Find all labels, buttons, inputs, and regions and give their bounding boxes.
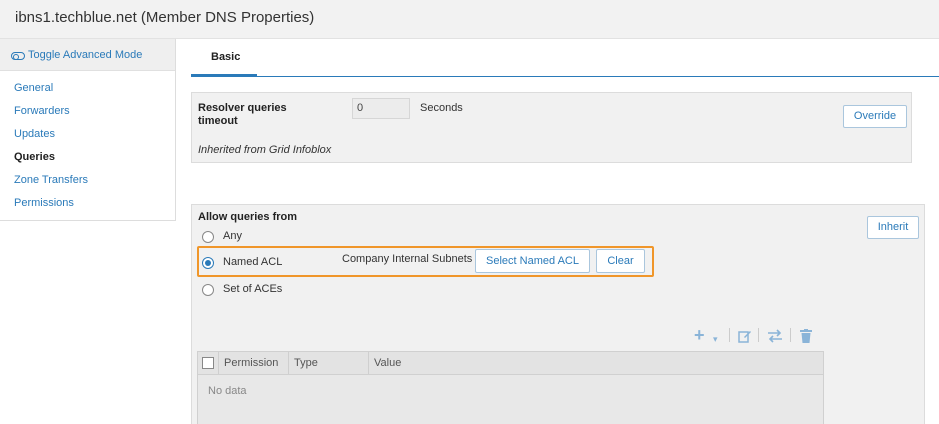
tab-basic-label: Basic	[211, 51, 241, 63]
radio-named-acl-label: Named ACL	[223, 256, 283, 268]
toolbar-separator	[729, 328, 730, 342]
select-all-checkbox[interactable]	[202, 357, 214, 369]
allow-queries-heading: Allow queries from	[198, 211, 298, 223]
select-named-acl-button[interactable]: Select Named ACL	[475, 249, 590, 273]
column-separator	[218, 352, 219, 374]
sidebar-item-zone-transfers[interactable]: Zone Transfers	[14, 174, 88, 186]
radio-named-acl[interactable]	[202, 257, 214, 269]
column-header-permission[interactable]: Permission	[224, 357, 278, 369]
delete-icon[interactable]	[800, 329, 812, 345]
toolbar-separator	[790, 328, 791, 342]
sidebar-item-updates[interactable]: Updates	[14, 128, 55, 140]
column-separator	[288, 352, 289, 374]
override-button[interactable]: Override	[843, 105, 907, 128]
resolver-timeout-unit: Seconds	[420, 102, 463, 114]
table-empty-text: No data	[208, 385, 247, 397]
add-icon[interactable]: +	[694, 326, 705, 344]
toggle-icon	[11, 52, 25, 60]
radio-set-of-aces-label: Set of ACEs	[223, 283, 283, 295]
resolver-timeout-label-line2: timeout	[198, 115, 238, 127]
chevron-down-icon[interactable]: ▾	[713, 332, 718, 346]
sidebar-item-general[interactable]: General	[14, 82, 53, 94]
sidebar: Toggle Advanced Mode General Forwarders …	[0, 39, 176, 221]
window-title: ibns1.techblue.net (Member DNS Propertie…	[15, 9, 315, 26]
aces-table-body: No data	[197, 375, 824, 424]
reorder-icon[interactable]	[767, 329, 783, 345]
sidebar-item-queries[interactable]: Queries	[14, 151, 55, 163]
tab-basic[interactable]: Basic	[191, 39, 257, 77]
resolver-timeout-panel: Resolver queries timeout 0 Seconds Overr…	[191, 92, 912, 163]
sidebar-item-forwarders[interactable]: Forwarders	[14, 105, 70, 117]
edit-icon[interactable]	[738, 329, 752, 345]
tab-bar: Basic	[191, 39, 939, 77]
resolver-timeout-input[interactable]: 0	[352, 98, 410, 119]
aces-table-header: Permission Type Value	[197, 351, 824, 375]
radio-set-of-aces[interactable]	[202, 284, 214, 296]
sidebar-item-permissions[interactable]: Permissions	[14, 197, 74, 209]
radio-any-label: Any	[223, 230, 242, 242]
column-separator	[368, 352, 369, 374]
window-title-bar: ibns1.techblue.net (Member DNS Propertie…	[0, 0, 939, 39]
column-header-type[interactable]: Type	[294, 357, 318, 369]
radio-any[interactable]	[202, 231, 214, 243]
inherit-button[interactable]: Inherit	[867, 216, 919, 239]
toggle-advanced-mode-label: Toggle Advanced Mode	[28, 49, 143, 61]
toolbar-separator	[758, 328, 759, 342]
toggle-advanced-mode[interactable]: Toggle Advanced Mode	[0, 39, 175, 71]
column-header-value[interactable]: Value	[374, 357, 401, 369]
named-acl-value: Company Internal Subnets	[342, 253, 473, 265]
clear-button[interactable]: Clear	[596, 249, 645, 273]
resolver-timeout-label-line1: Resolver queries	[198, 102, 287, 114]
inherited-note: Inherited from Grid Infoblox	[198, 144, 332, 156]
